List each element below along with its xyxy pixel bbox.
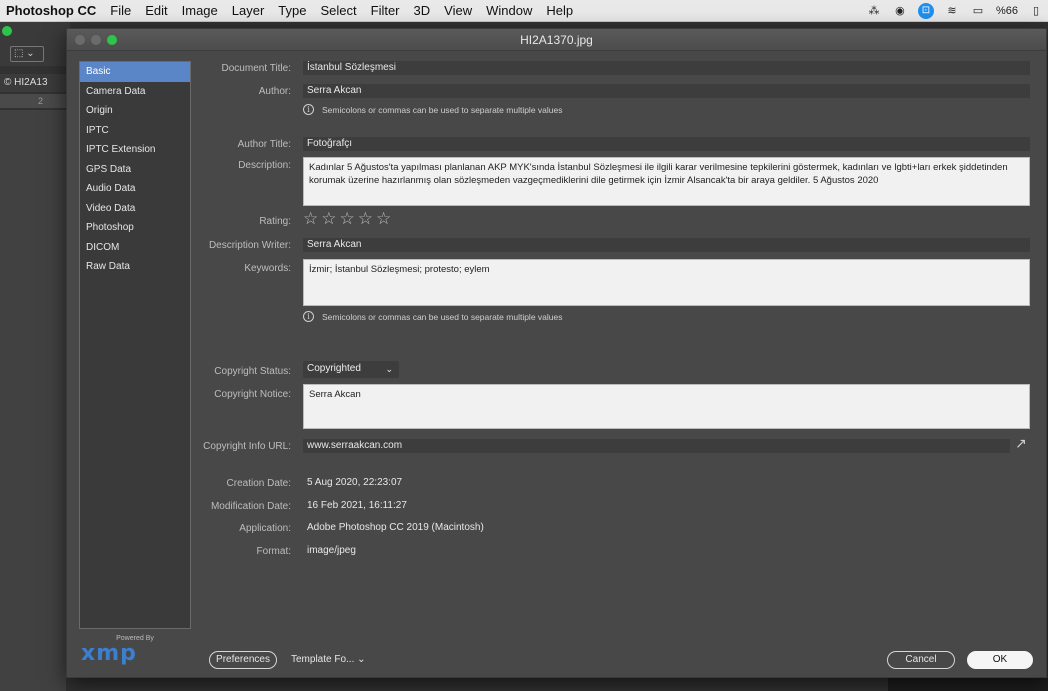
menu-layer[interactable]: Layer [232, 3, 265, 18]
info-icon: i [303, 311, 314, 322]
author-hint: i Semicolons or commas can be used to se… [303, 104, 562, 115]
ruler: 2 [0, 94, 66, 108]
copyright-notice-textarea[interactable]: Serra Akcan [303, 384, 1030, 429]
format-value: image/jpeg [307, 545, 356, 556]
extras-icon[interactable]: ⁂ [866, 5, 882, 17]
menu-file[interactable]: File [110, 3, 131, 18]
document-title-field[interactable]: İstanbul Sözleşmesi [303, 61, 1030, 75]
window-zoom-icon[interactable] [2, 26, 12, 36]
menu-view[interactable]: View [444, 3, 472, 18]
info-icon: i [303, 104, 314, 115]
battery-icon[interactable]: ▯ [1028, 5, 1044, 17]
format-label: Format: [256, 546, 291, 557]
menu-window[interactable]: Window [486, 3, 532, 18]
menu-help[interactable]: Help [546, 3, 573, 18]
menu-image[interactable]: Image [182, 3, 218, 18]
author-hint-text: Semicolons or commas can be used to sepa… [322, 104, 563, 115]
canvas-area [0, 110, 66, 691]
star-2-icon[interactable]: ☆ [321, 209, 339, 228]
copyright-status-label: Copyright Status: [214, 366, 291, 377]
copyright-url-label: Copyright Info URL: [203, 441, 291, 452]
keywords-textarea[interactable]: İzmir; İstanbul Sözleşmesi; protesto; ey… [303, 259, 1030, 306]
menubar-status-area: ⁂ ◉ ⊡ ≋ ▭ %66 ▯ [866, 0, 1044, 22]
rating-stars[interactable]: ☆☆☆☆☆ [303, 209, 394, 229]
template-folder-dropdown[interactable]: Template Fo... ⌄ [291, 651, 366, 669]
star-4-icon[interactable]: ☆ [358, 209, 376, 228]
star-5-icon[interactable]: ☆ [376, 209, 394, 228]
mac-menubar: Photoshop CC File Edit Image Layer Type … [0, 0, 1048, 22]
author-title-label: Author Title: [237, 139, 291, 150]
modification-date-value: 16 Feb 2021, 16:11:27 [307, 500, 407, 511]
description-textarea[interactable]: Kadınlar 5 Ağustos'ta yapılması planlana… [303, 157, 1030, 206]
dialog-titlebar: HI2A1370.jpg [67, 29, 1046, 51]
creation-date-value: 5 Aug 2020, 22:23:07 [307, 477, 403, 488]
record-icon[interactable]: ◉ [892, 5, 908, 17]
open-url-icon[interactable]: ↗ [1015, 435, 1027, 452]
rating-label: Rating: [259, 216, 291, 227]
copyright-status-value: Copyrighted [307, 363, 361, 374]
application-label: Application: [239, 523, 291, 534]
keywords-hint: i Semicolons or commas can be used to se… [303, 311, 562, 322]
airplay-icon[interactable]: ▭ [970, 5, 986, 17]
ok-button[interactable]: OK [967, 651, 1033, 669]
file-info-dialog: HI2A1370.jpg Basic Camera Data Origin IP… [66, 28, 1047, 678]
description-writer-field[interactable]: Serra Akcan [303, 238, 1030, 252]
document-tab[interactable]: © HI2A13 [0, 74, 66, 92]
creation-date-label: Creation Date: [226, 478, 291, 489]
menu-3d[interactable]: 3D [414, 3, 431, 18]
copyright-notice-label: Copyright Notice: [214, 389, 291, 400]
app-menu[interactable]: Photoshop CC [6, 3, 96, 18]
chevron-down-icon: ⌄ [385, 364, 393, 374]
xmp-logo: xmp [81, 641, 137, 666]
preferences-button[interactable]: Preferences [209, 651, 277, 669]
chevron-down-icon: ⌄ [357, 654, 366, 665]
menu-edit[interactable]: Edit [145, 3, 167, 18]
star-3-icon[interactable]: ☆ [340, 209, 358, 228]
menu-filter[interactable]: Filter [371, 3, 400, 18]
template-folder-label: Template Fo... [291, 654, 355, 665]
battery-percent: %66 [995, 5, 1018, 17]
wifi-icon[interactable]: ≋ [944, 5, 960, 17]
author-label: Author: [258, 86, 291, 97]
category-iptc[interactable]: IPTC [80, 121, 190, 141]
author-field[interactable]: Serra Akcan [303, 84, 1030, 98]
category-audio-data[interactable]: Audio Data [80, 179, 190, 199]
author-title-field[interactable]: Fotoğrafçı [303, 137, 1030, 151]
keywords-label: Keywords: [244, 263, 291, 274]
copyright-status-select[interactable]: Copyrighted ⌄ [303, 361, 399, 378]
description-label: Description: [238, 160, 291, 171]
document-title-label: Document Title: [221, 63, 291, 74]
star-1-icon[interactable]: ☆ [303, 209, 321, 228]
modification-date-label: Modification Date: [210, 501, 291, 512]
dialog-title: HI2A1370.jpg [520, 33, 593, 47]
menu-select[interactable]: Select [320, 3, 356, 18]
copyright-url-field[interactable]: www.serraakcan.com [303, 439, 1010, 453]
cancel-button[interactable]: Cancel [887, 651, 955, 669]
category-origin[interactable]: Origin [80, 101, 190, 121]
application-value: Adobe Photoshop CC 2019 (Macintosh) [307, 522, 484, 533]
menu-type[interactable]: Type [278, 3, 306, 18]
panel-strip [888, 678, 1048, 691]
marquee-tool-selector[interactable]: ⬚ ⌄ [10, 46, 44, 62]
lock-app-icon[interactable]: ⊡ [917, 3, 934, 19]
description-writer-label: Description Writer: [208, 240, 291, 251]
keywords-hint-text: Semicolons or commas can be used to sepa… [322, 311, 563, 322]
